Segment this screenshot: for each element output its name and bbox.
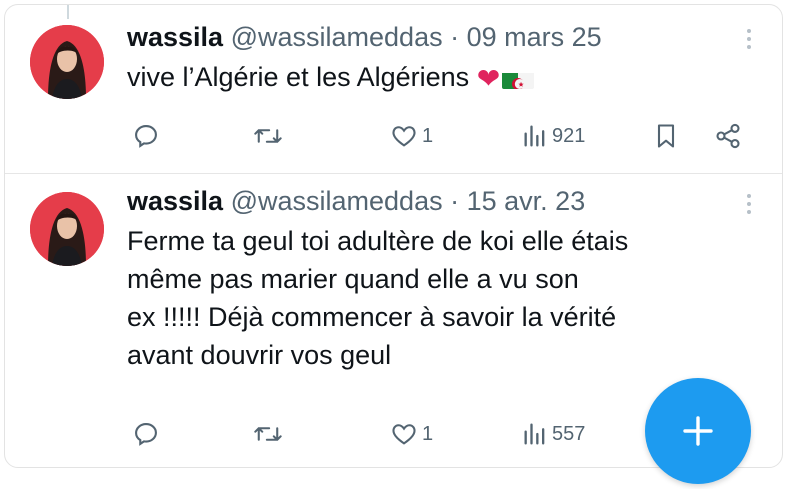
handle[interactable]: @wassilameddas (231, 22, 443, 52)
bookmark-icon (657, 124, 675, 148)
reply-button[interactable] (132, 417, 164, 451)
thread-line (67, 5, 69, 19)
plus-icon (683, 416, 713, 446)
like-count: 1 (422, 422, 434, 445)
tweet-text-content: vive l’Algérie et les Algériens (127, 62, 470, 92)
like-count: 1 (422, 124, 434, 147)
more-options-icon[interactable] (746, 29, 752, 53)
separator: · (450, 186, 460, 216)
like-button[interactable]: 1 (390, 119, 433, 153)
tweet[interactable]: wassila @wassilameddas · 09 mars 25 vive… (5, 5, 782, 174)
tweet-actions: 1 921 (5, 119, 782, 153)
reply-icon (135, 423, 157, 446)
display-name[interactable]: wassila (127, 186, 223, 216)
avatar[interactable] (30, 25, 104, 99)
views-icon (524, 125, 545, 147)
avatar[interactable] (30, 192, 104, 266)
timestamp[interactable]: 09 mars 25 (467, 22, 602, 52)
tweet-text: Ferme ta geul toi adultère de koi elle é… (127, 222, 742, 374)
share-icon (716, 123, 740, 149)
retweet-button[interactable] (253, 119, 287, 153)
views-button[interactable]: 921 (522, 119, 585, 153)
heart-icon (392, 424, 416, 445)
views-count: 557 (552, 422, 586, 445)
reply-button[interactable] (132, 119, 164, 153)
retweet-icon (254, 427, 282, 441)
views-button[interactable]: 557 (522, 417, 585, 451)
compose-button[interactable] (645, 378, 751, 484)
red-heart-icon: ❤ (476, 63, 501, 94)
handle[interactable]: @wassilameddas (231, 186, 443, 216)
tweet-text-line: même pas marier quand elle a vu son (127, 264, 579, 294)
views-count: 921 (552, 124, 586, 147)
retweet-icon (254, 129, 282, 143)
more-options-icon[interactable] (746, 194, 752, 218)
bookmark-button[interactable] (653, 119, 679, 153)
retweet-button[interactable] (253, 417, 287, 451)
display-name[interactable]: wassila (127, 22, 223, 52)
tweet-text: vive l’Algérie et les Algériens ❤ (127, 58, 742, 98)
heart-icon (392, 126, 416, 147)
tweet-text-line: ex !!!!! Déjà commencer à savoir la véri… (127, 302, 617, 332)
tweet-text-line: Ferme ta geul toi adultère de koi elle é… (127, 226, 629, 256)
timestamp[interactable]: 15 avr. 23 (467, 186, 586, 216)
reply-icon (135, 125, 157, 148)
algeria-flag-icon (502, 67, 535, 89)
like-button[interactable]: 1 (390, 417, 433, 451)
tweet-text-line: avant douvrir vos geul (127, 340, 392, 370)
separator: · (450, 22, 460, 52)
share-button[interactable] (713, 119, 743, 153)
tweet-header: wassila @wassilameddas · 09 mars 25 (127, 22, 602, 52)
views-icon (524, 423, 545, 445)
tweet-header: wassila @wassilameddas · 15 avr. 23 (127, 186, 585, 216)
